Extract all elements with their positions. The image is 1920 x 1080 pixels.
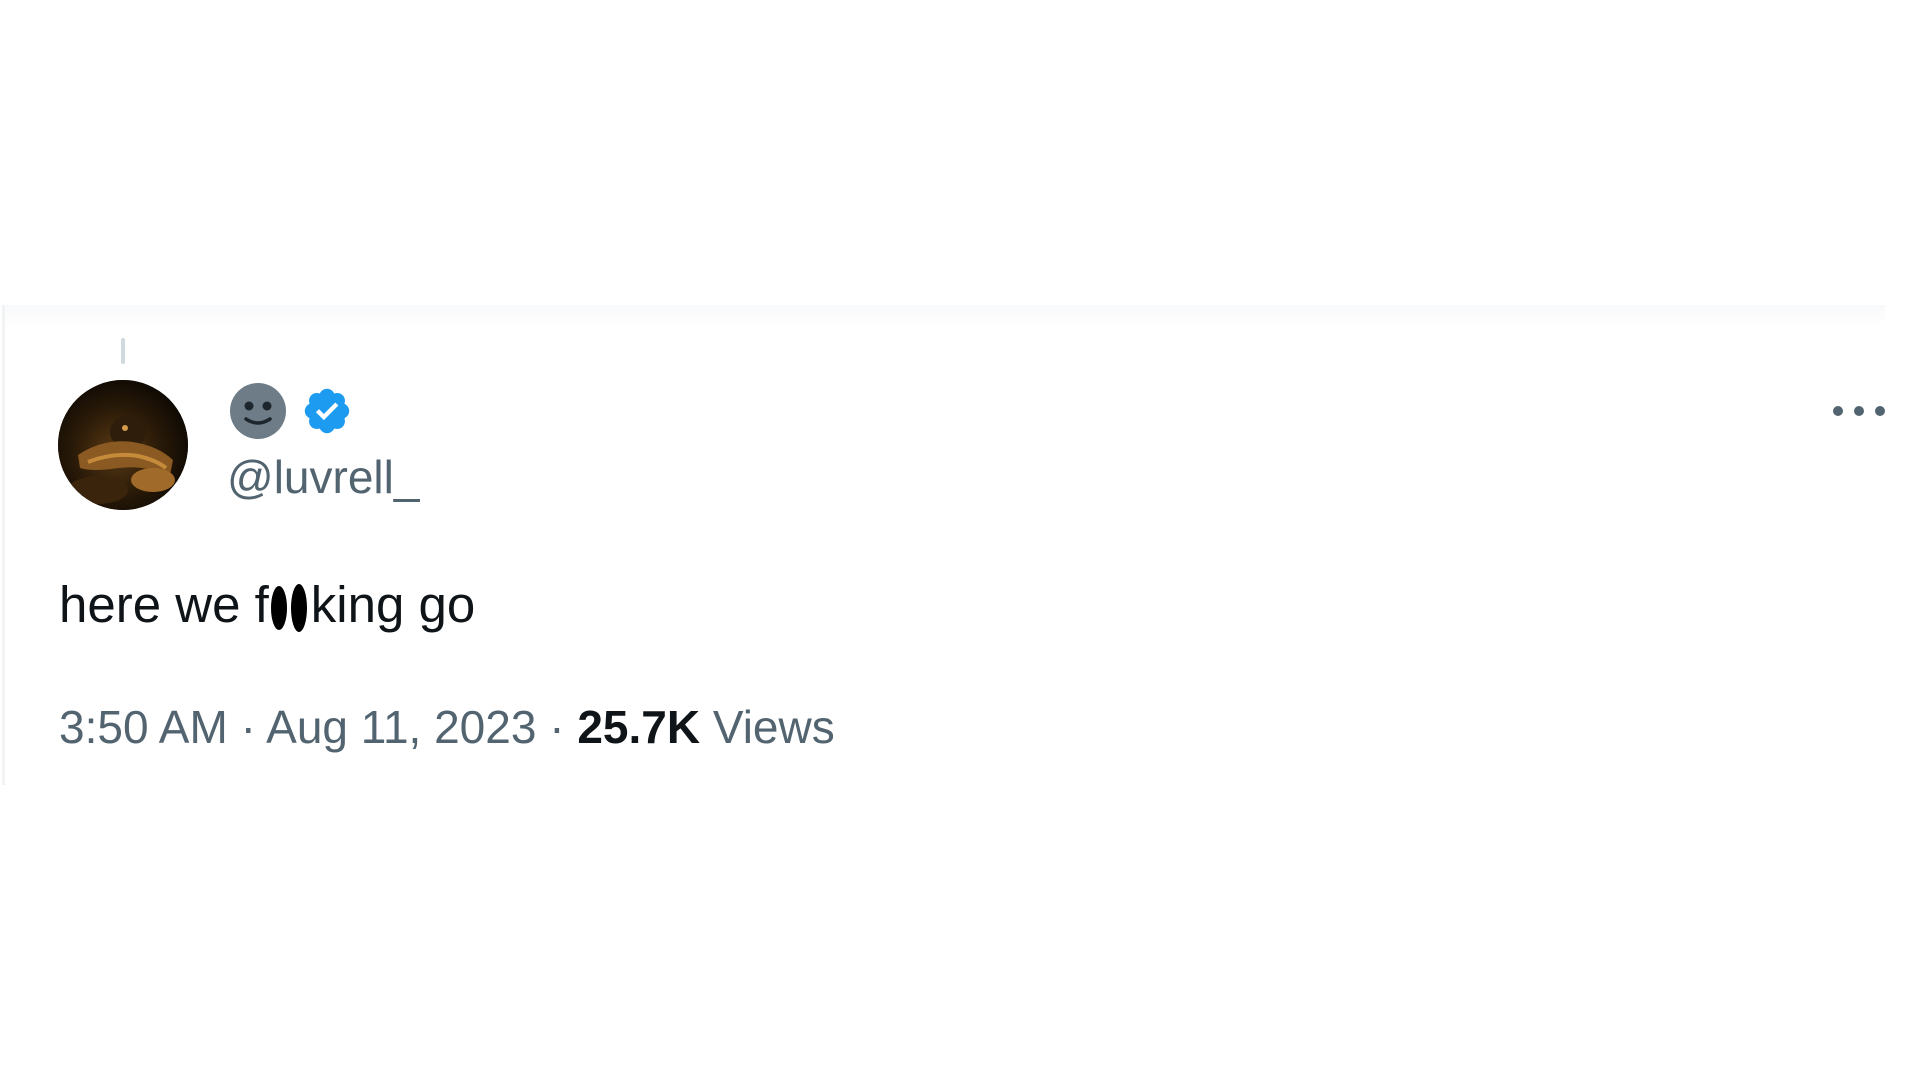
meta-separator: ·: [549, 701, 565, 753]
views-label: Views: [712, 701, 835, 753]
views-count[interactable]: 25.7K: [577, 701, 700, 753]
verified-badge-icon: [304, 388, 350, 434]
tweet-text-start: here we f: [59, 576, 269, 633]
tweet-text: here we f king go: [59, 573, 475, 637]
user-handle[interactable]: @luvrell_: [227, 449, 419, 505]
neutral-face-emoji-icon: [230, 383, 286, 439]
censor-mark: [269, 584, 311, 632]
thread-line: [121, 338, 125, 364]
top-fade: [5, 305, 1885, 327]
tweet-text-end: king go: [310, 576, 476, 633]
tweet-date[interactable]: Aug 11, 2023: [266, 701, 536, 753]
avatar[interactable]: [58, 380, 188, 510]
meta-separator: ·: [240, 701, 256, 753]
avatar-image: [58, 380, 188, 510]
more-options-icon[interactable]: [1833, 403, 1885, 419]
tweet-card[interactable]: @luvrell_ here we f king go 3:50 AM · Aug…: [2, 305, 1885, 785]
more-dot: [1875, 406, 1885, 416]
display-name-row[interactable]: [229, 382, 353, 440]
page: @luvrell_ here we f king go 3:50 AM · Aug…: [0, 0, 1920, 1080]
tweet-time[interactable]: 3:50 AM: [59, 701, 228, 753]
tweet-meta: 3:50 AM · Aug 11, 2023 · 25.7K Views: [59, 697, 835, 757]
more-dot: [1854, 406, 1864, 416]
more-dot: [1833, 406, 1843, 416]
